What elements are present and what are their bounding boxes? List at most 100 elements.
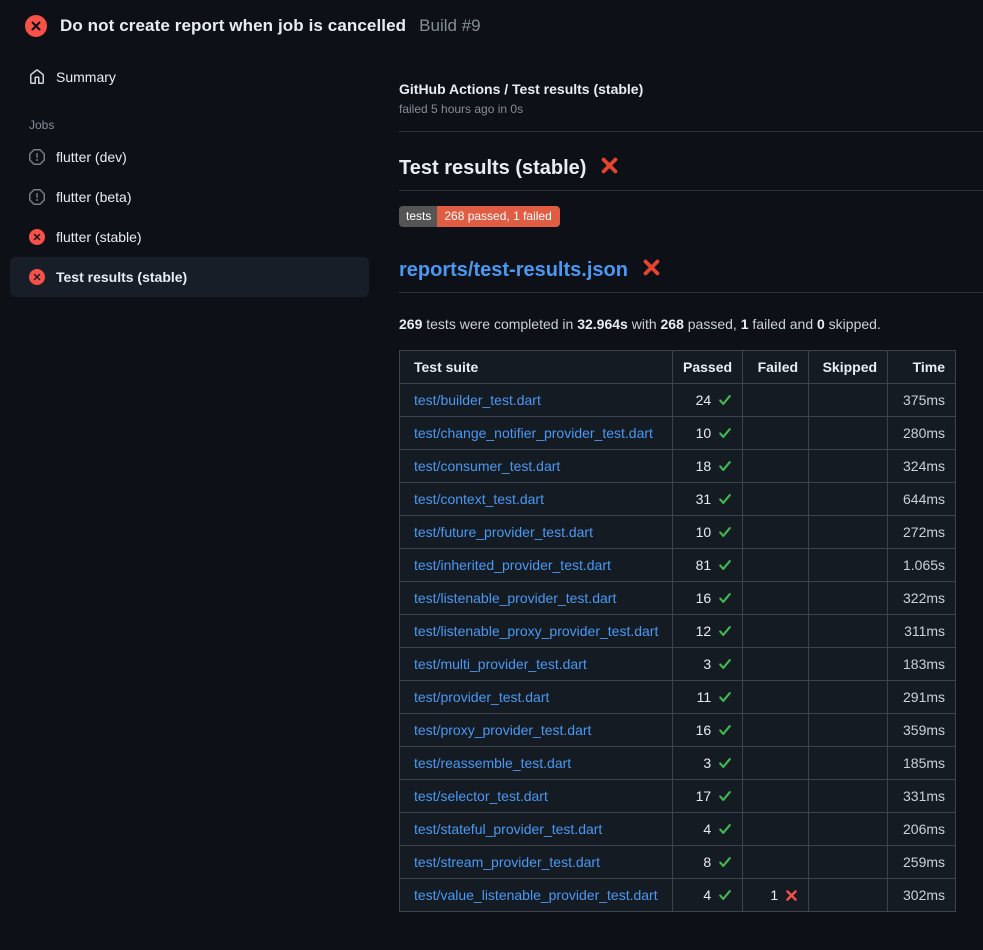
time-cell: 359ms	[888, 714, 956, 747]
test-suite-link[interactable]: test/provider_test.dart	[414, 689, 549, 705]
passed-cell: 16	[673, 582, 743, 615]
test-suite-link[interactable]: test/change_notifier_provider_test.dart	[414, 425, 653, 441]
divider	[399, 131, 983, 132]
table-row: test/context_test.dart 31 644ms	[400, 483, 956, 516]
run-header: Do not create report when job is cancell…	[0, 0, 983, 45]
check-icon	[718, 591, 732, 605]
table-row: test/inherited_provider_test.dart81 1.06…	[400, 549, 956, 582]
test-suite-link[interactable]: test/value_listenable_provider_test.dart	[414, 887, 658, 903]
failed-cell	[743, 846, 809, 879]
skipped-cell	[809, 846, 888, 879]
test-suite-link[interactable]: test/consumer_test.dart	[414, 458, 560, 474]
sidebar: Summary Jobs flutter (dev)flutter (beta)…	[0, 45, 399, 297]
badge-value: 268 passed, 1 failed	[437, 206, 559, 227]
check-icon	[718, 624, 732, 638]
test-suite-link[interactable]: test/multi_provider_test.dart	[414, 656, 587, 672]
test-suite-cell: test/selector_test.dart	[400, 780, 673, 813]
column-header-skipped: Skipped	[809, 351, 888, 384]
time-cell: 644ms	[888, 483, 956, 516]
table-row: test/stream_provider_test.dart8 259ms	[400, 846, 956, 879]
check-icon	[718, 657, 732, 671]
failed-cell	[743, 582, 809, 615]
test-suite-link[interactable]: test/builder_test.dart	[414, 392, 541, 408]
test-suite-link[interactable]: test/stateful_provider_test.dart	[414, 821, 602, 837]
test-suite-cell: test/future_provider_test.dart	[400, 516, 673, 549]
passed-cell: 4	[673, 879, 743, 912]
sidebar-item-flutter-stable[interactable]: flutter (stable)	[10, 217, 369, 257]
sidebar-item-test-results-stable[interactable]: Test results (stable)	[10, 257, 369, 297]
passed-cell: 10	[673, 516, 743, 549]
time-cell: 302ms	[888, 879, 956, 912]
test-suite-link[interactable]: test/listenable_proxy_provider_test.dart	[414, 623, 658, 639]
skipped-cell	[809, 582, 888, 615]
workflow-breadcrumb: GitHub Actions / Test results (stable)	[399, 81, 983, 97]
table-row: test/builder_test.dart 24 375ms	[400, 384, 956, 417]
test-suite-link[interactable]: test/inherited_provider_test.dart	[414, 557, 611, 573]
table-header-row: Test suite Passed Failed Skipped Time	[400, 351, 956, 384]
test-suite-cell: test/listenable_proxy_provider_test.dart	[400, 615, 673, 648]
test-summary-text: 269 tests were completed in 32.964s with…	[399, 314, 983, 334]
time-cell: 324ms	[888, 450, 956, 483]
time-cell: 185ms	[888, 747, 956, 780]
x-circle-icon	[29, 269, 45, 285]
time-cell: 322ms	[888, 582, 956, 615]
passed-cell: 11	[673, 681, 743, 714]
time-cell: 375ms	[888, 384, 956, 417]
table-row: test/future_provider_test.dart10 272ms	[400, 516, 956, 549]
build-number: Build #9	[419, 16, 480, 36]
failed-cell	[743, 516, 809, 549]
test-suite-link[interactable]: test/listenable_provider_test.dart	[414, 590, 616, 606]
test-suite-link[interactable]: test/reassemble_test.dart	[414, 755, 571, 771]
main-content: GitHub Actions / Test results (stable) f…	[399, 45, 983, 912]
skipped-cell	[809, 516, 888, 549]
x-icon	[642, 258, 661, 283]
passed-cell: 18	[673, 450, 743, 483]
test-suite-link[interactable]: test/proxy_provider_test.dart	[414, 722, 591, 738]
column-header-failed: Failed	[743, 351, 809, 384]
table-row: test/reassemble_test.dart 3 185ms	[400, 747, 956, 780]
time-cell: 291ms	[888, 681, 956, 714]
passed-cell: 3	[673, 648, 743, 681]
check-icon	[718, 855, 732, 869]
sidebar-item-flutter-beta[interactable]: flutter (beta)	[10, 177, 369, 217]
summary-segment: 32.964s	[577, 316, 628, 332]
failed-cell	[743, 549, 809, 582]
check-icon	[718, 789, 732, 803]
sidebar-item-summary[interactable]: Summary	[10, 57, 369, 97]
test-suite-link[interactable]: test/future_provider_test.dart	[414, 524, 593, 540]
failed-cell	[743, 483, 809, 516]
test-suite-cell: test/consumer_test.dart	[400, 450, 673, 483]
passed-cell: 3	[673, 747, 743, 780]
summary-segment: 268	[661, 316, 684, 332]
passed-cell: 24	[673, 384, 743, 417]
check-icon	[718, 723, 732, 737]
home-icon	[29, 69, 45, 85]
section-heading-text: Test results (stable)	[399, 157, 586, 180]
passed-cell: 10	[673, 417, 743, 450]
test-suite-cell: test/context_test.dart	[400, 483, 673, 516]
test-suite-link[interactable]: test/selector_test.dart	[414, 788, 548, 804]
time-cell: 331ms	[888, 780, 956, 813]
passed-cell: 31	[673, 483, 743, 516]
time-cell: 311ms	[888, 615, 956, 648]
skipped-cell	[809, 549, 888, 582]
skipped-cell	[809, 615, 888, 648]
check-icon	[718, 492, 732, 506]
report-file-link[interactable]: reports/test-results.json	[399, 259, 628, 282]
sidebar-item-flutter-dev[interactable]: flutter (dev)	[10, 137, 369, 177]
skipped-cell	[809, 714, 888, 747]
check-icon	[718, 888, 732, 902]
test-suite-link[interactable]: test/stream_provider_test.dart	[414, 854, 600, 870]
x-circle-icon	[25, 15, 47, 37]
test-suite-cell: test/provider_test.dart	[400, 681, 673, 714]
test-suite-link[interactable]: test/context_test.dart	[414, 491, 544, 507]
failed-cell	[743, 417, 809, 450]
summary-segment: passed,	[684, 316, 741, 332]
check-icon	[718, 525, 732, 539]
skipped-cell	[809, 483, 888, 516]
summary-segment: skipped.	[825, 316, 881, 332]
test-suite-cell: test/builder_test.dart	[400, 384, 673, 417]
passed-cell: 81	[673, 549, 743, 582]
table-row: test/value_listenable_provider_test.dart…	[400, 879, 956, 912]
skipped-cell	[809, 813, 888, 846]
